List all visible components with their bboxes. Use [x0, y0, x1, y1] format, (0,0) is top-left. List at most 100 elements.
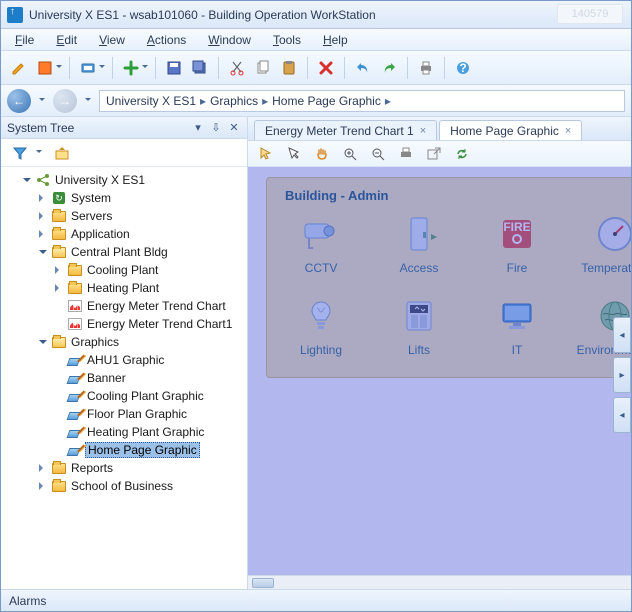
select-tool-icon[interactable]: [282, 142, 306, 166]
refresh-icon[interactable]: [450, 142, 474, 166]
menu-view[interactable]: View: [93, 31, 131, 49]
paste-button[interactable]: [277, 56, 301, 80]
dropdown-icon[interactable]: [35, 141, 43, 165]
zoom-in-icon[interactable]: [338, 142, 362, 166]
nav-back-button[interactable]: ←: [7, 89, 31, 113]
tree-label[interactable]: Reports: [69, 461, 115, 475]
tree-expander-icon[interactable]: [37, 210, 49, 222]
tree-row[interactable]: Energy Meter Trend Chart: [5, 297, 247, 315]
tree-label[interactable]: Cooling Plant Graphic: [85, 389, 206, 403]
tree-row[interactable]: Home Page Graphic: [5, 441, 247, 459]
tab-close-icon[interactable]: ×: [420, 125, 426, 137]
menu-help[interactable]: Help: [317, 31, 354, 49]
delete-button[interactable]: [314, 56, 338, 80]
tree-row[interactable]: Reports: [5, 459, 247, 477]
tile-access[interactable]: Access: [383, 211, 455, 275]
edit-pencil-button[interactable]: [7, 56, 31, 80]
tree-label[interactable]: Energy Meter Trend Chart1: [85, 317, 234, 331]
tree-label[interactable]: Energy Meter Trend Chart: [85, 299, 228, 313]
tree-label[interactable]: AHU1 Graphic: [85, 353, 166, 367]
tree-row[interactable]: University X ES1: [5, 171, 247, 189]
dropdown-icon[interactable]: [98, 56, 106, 80]
save-button[interactable]: [162, 56, 186, 80]
tree-expander-icon[interactable]: [37, 480, 49, 492]
tree-expander-icon[interactable]: [37, 192, 49, 204]
save-all-button[interactable]: [188, 56, 212, 80]
tree-expander-icon[interactable]: [37, 462, 49, 474]
print-button[interactable]: [414, 56, 438, 80]
pointer-tool-icon[interactable]: [254, 142, 278, 166]
horizontal-scrollbar[interactable]: [248, 575, 631, 589]
tree-row[interactable]: School of Business: [5, 477, 247, 495]
tree-label[interactable]: Cooling Plant: [85, 263, 160, 277]
tab-close-icon[interactable]: ×: [565, 125, 571, 137]
pan-tool-icon[interactable]: [310, 142, 334, 166]
tree-row[interactable]: Central Plant Bldg: [5, 243, 247, 261]
tree-row[interactable]: Floor Plan Graphic: [5, 405, 247, 423]
zoom-out-icon[interactable]: [366, 142, 390, 166]
tree-expander-icon[interactable]: [37, 228, 49, 240]
tree-label[interactable]: Heating Plant: [85, 281, 161, 295]
breadcrumb-segment[interactable]: Home Page Graphic: [272, 94, 381, 108]
device-button[interactable]: [76, 56, 100, 80]
tree-label[interactable]: Graphics: [69, 335, 121, 349]
filter-button[interactable]: [7, 142, 33, 164]
tree-label[interactable]: Floor Plan Graphic: [85, 407, 189, 421]
tile-cctv[interactable]: CCTV: [285, 211, 357, 275]
scrollbar-thumb[interactable]: [252, 578, 274, 588]
cut-button[interactable]: [225, 56, 249, 80]
tree-label[interactable]: Home Page Graphic: [85, 442, 200, 458]
breadcrumb-segment[interactable]: University X ES1: [106, 94, 196, 108]
tree-expander-icon[interactable]: [53, 264, 65, 276]
tree-row[interactable]: Heating Plant: [5, 279, 247, 297]
dock-handle[interactable]: ◂: [613, 397, 631, 433]
tree-row[interactable]: Cooling Plant: [5, 261, 247, 279]
tree-row[interactable]: Servers: [5, 207, 247, 225]
new-button[interactable]: [119, 56, 143, 80]
tree-expander-icon[interactable]: [21, 174, 33, 186]
tab[interactable]: Home Page Graphic×: [439, 120, 582, 140]
panel-menu-icon[interactable]: ▾: [191, 121, 205, 135]
tree-row[interactable]: ↻System: [5, 189, 247, 207]
menu-edit[interactable]: Edit: [50, 31, 83, 49]
tree-label[interactable]: Banner: [85, 371, 128, 385]
tree-label[interactable]: Central Plant Bldg: [69, 245, 170, 259]
tree-row[interactable]: Graphics: [5, 333, 247, 351]
copy-button[interactable]: [251, 56, 275, 80]
tile-temperature[interactable]: Temperature: [579, 211, 631, 275]
system-tree[interactable]: University X ES1 ↻System Servers Applicatio…: [1, 167, 247, 589]
graphic-viewport[interactable]: Building - Admin CCTVAccessFIREFireTempe…: [248, 167, 631, 589]
nav-back-menu[interactable]: [37, 89, 47, 113]
dock-handle[interactable]: ▸: [613, 357, 631, 393]
menu-tools[interactable]: Tools: [267, 31, 307, 49]
panel-pin-icon[interactable]: ⇩: [209, 121, 223, 135]
color-swatch-button[interactable]: [33, 56, 57, 80]
dropdown-icon[interactable]: [55, 56, 63, 80]
redo-button[interactable]: [377, 56, 401, 80]
tree-expander-icon[interactable]: [37, 246, 49, 258]
menu-file[interactable]: File: [9, 31, 40, 49]
tree-row[interactable]: Energy Meter Trend Chart1: [5, 315, 247, 333]
tree-expander-icon[interactable]: [37, 336, 49, 348]
breadcrumb[interactable]: University X ES1▸Graphics▸Home Page Grap…: [99, 90, 625, 112]
menu-window[interactable]: Window: [202, 31, 257, 49]
menu-actions[interactable]: Actions: [141, 31, 192, 49]
tree-label[interactable]: System: [69, 191, 113, 205]
help-button[interactable]: ?: [451, 56, 475, 80]
alarms-bar[interactable]: Alarms: [1, 589, 631, 611]
dropdown-icon[interactable]: [141, 56, 149, 80]
tab[interactable]: Energy Meter Trend Chart 1×: [254, 120, 437, 140]
navigate-up-button[interactable]: [49, 142, 75, 164]
dock-handle[interactable]: ◂: [613, 317, 631, 353]
tree-label[interactable]: Servers: [69, 209, 114, 223]
tree-row[interactable]: Cooling Plant Graphic: [5, 387, 247, 405]
tree-label[interactable]: Heating Plant Graphic: [85, 425, 206, 439]
panel-close-icon[interactable]: ✕: [227, 121, 241, 135]
undo-button[interactable]: [351, 56, 375, 80]
tree-row[interactable]: Application: [5, 225, 247, 243]
tree-label[interactable]: Application: [69, 227, 132, 241]
tree-label[interactable]: University X ES1: [53, 173, 147, 187]
tree-expander-icon[interactable]: [53, 282, 65, 294]
print-graphic-icon[interactable]: [394, 142, 418, 166]
breadcrumb-segment[interactable]: Graphics: [210, 94, 258, 108]
